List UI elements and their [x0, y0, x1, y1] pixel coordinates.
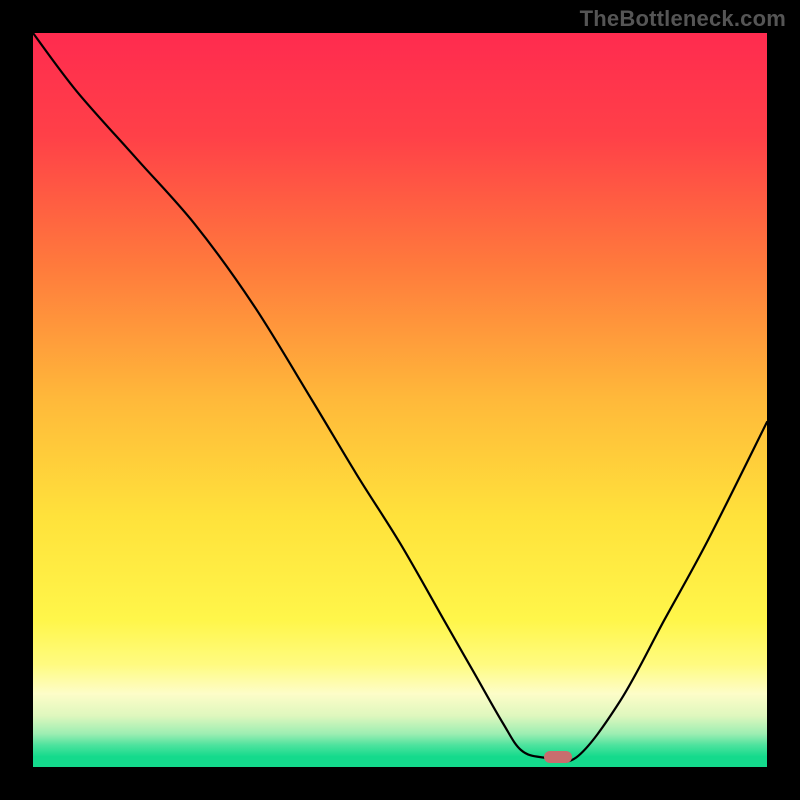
- chart-container: TheBottleneck.com: [0, 0, 800, 800]
- watermark-text: TheBottleneck.com: [580, 6, 786, 32]
- bottleneck-curve: [33, 33, 767, 767]
- optimal-marker: [544, 751, 572, 763]
- curve-path: [33, 33, 767, 762]
